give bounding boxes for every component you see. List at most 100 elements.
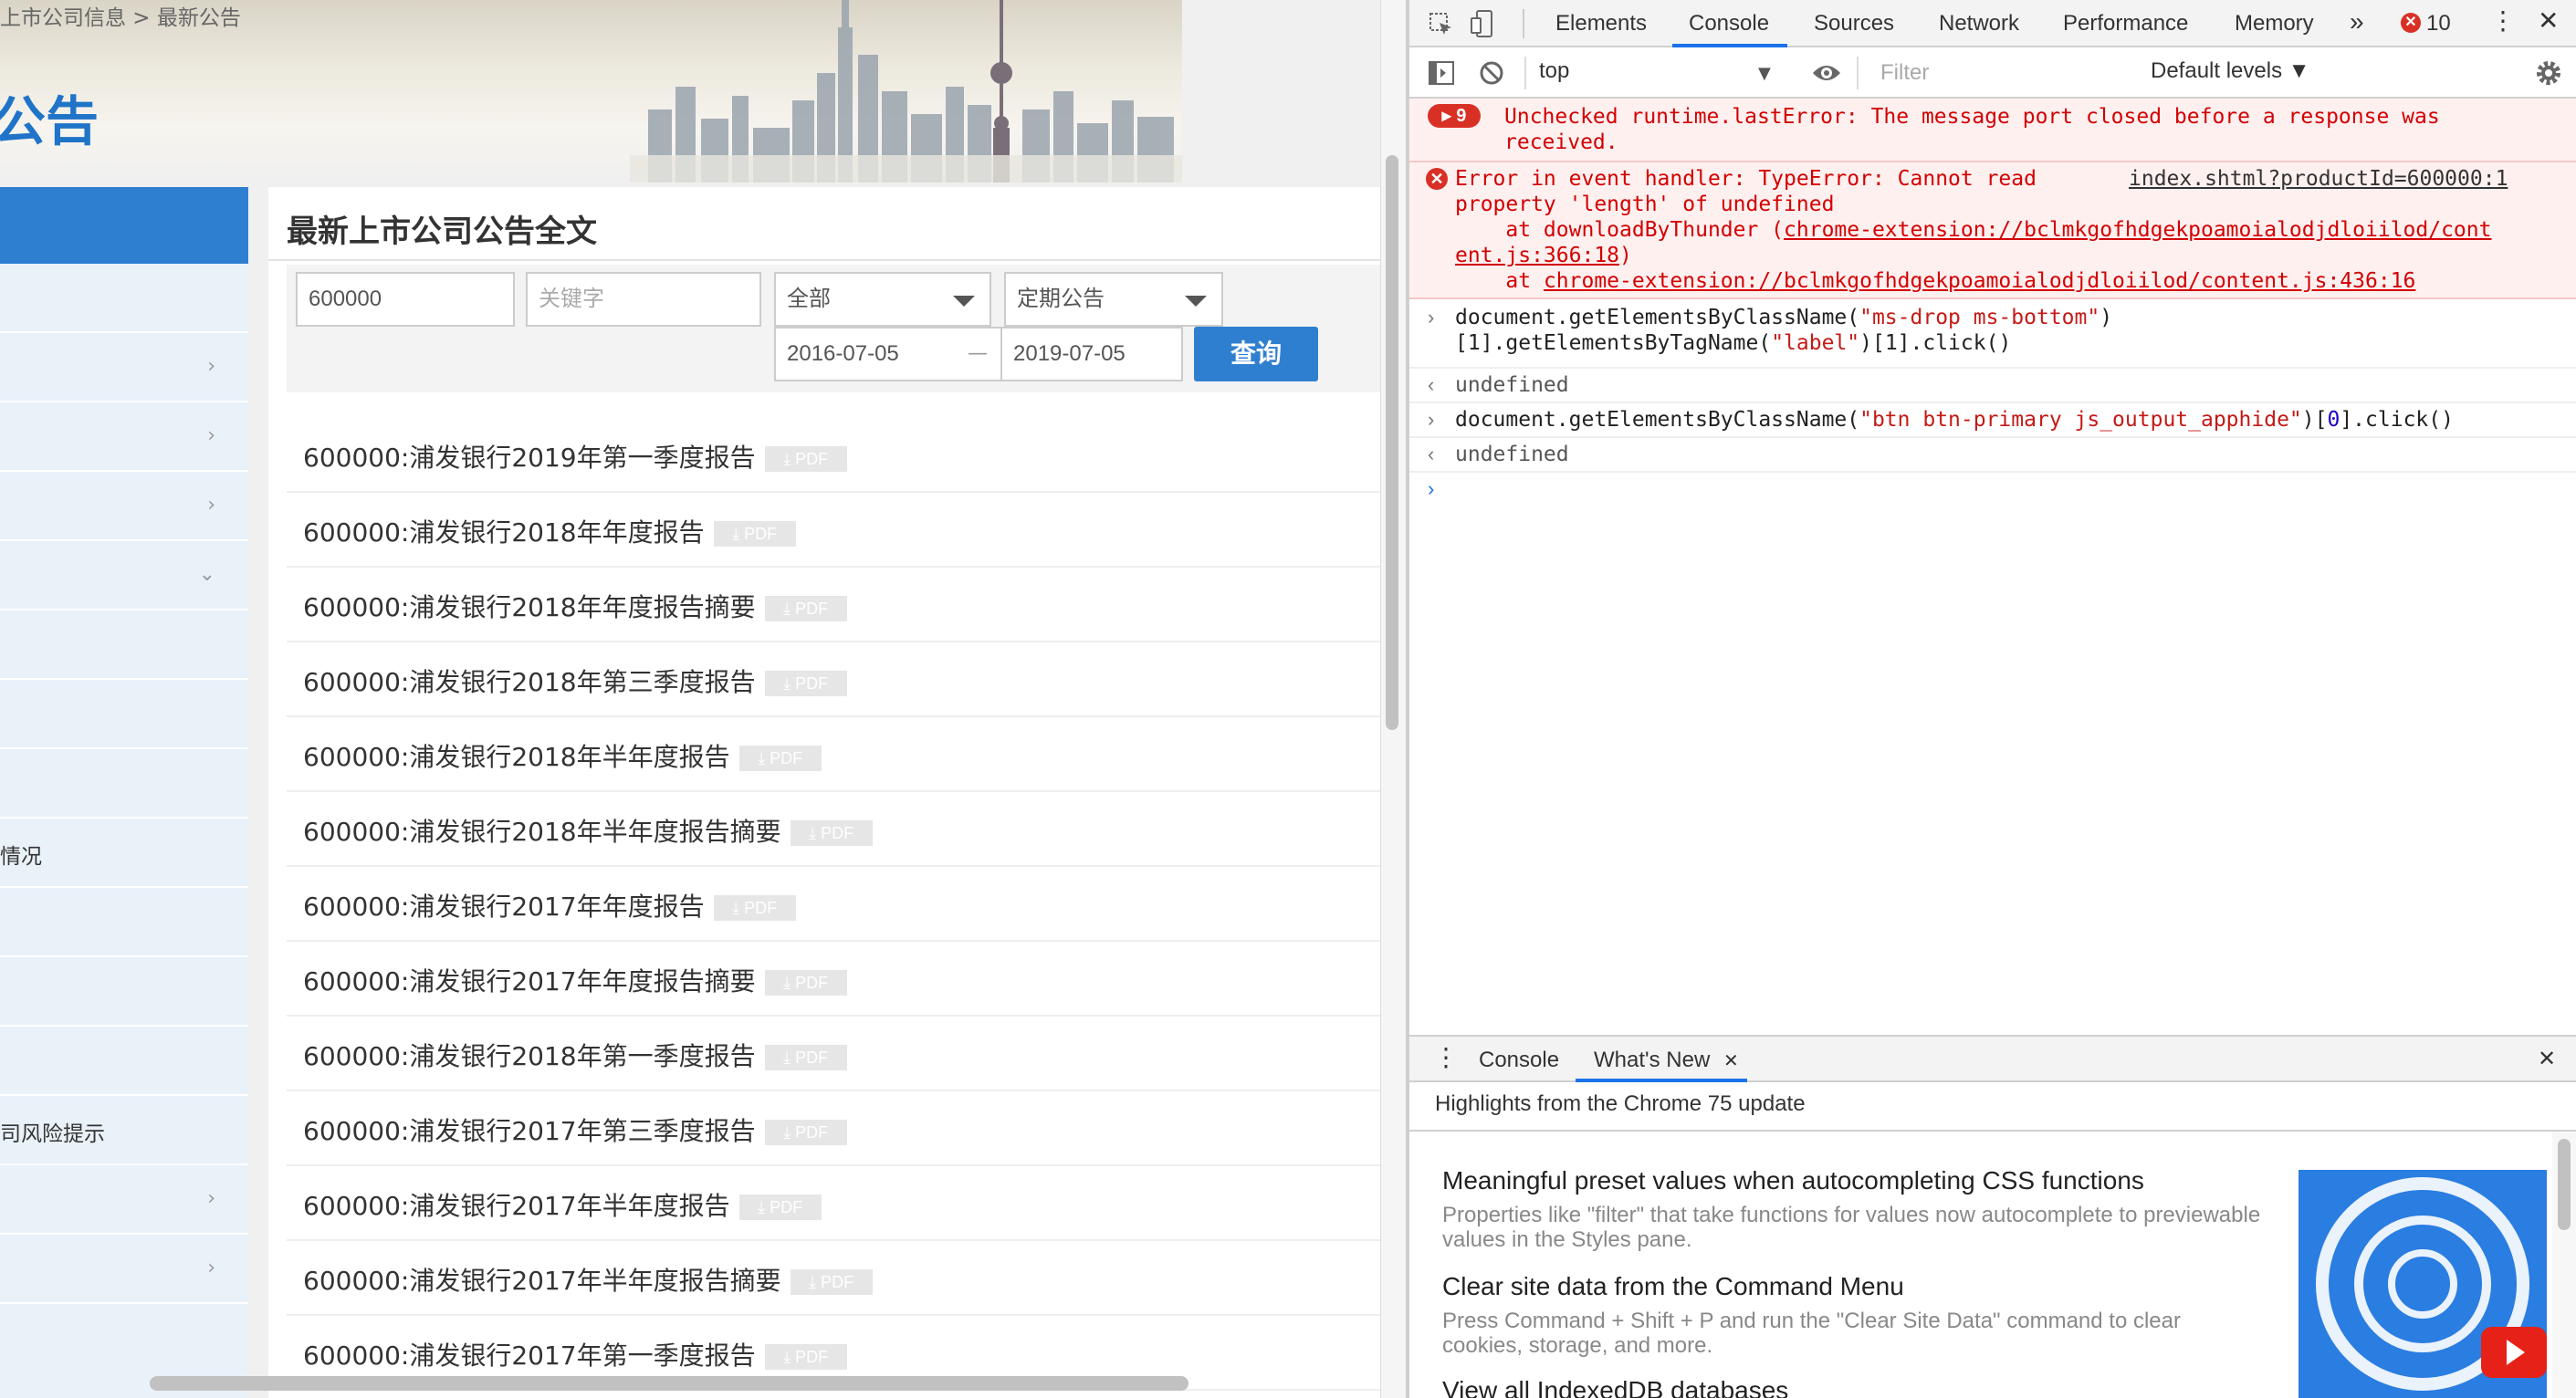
- kebab-menu-icon[interactable]: ⋮: [2490, 5, 2516, 36]
- announcement-type-select[interactable]: 定期公告: [1004, 272, 1223, 327]
- more-tabs-icon[interactable]: »: [2350, 7, 2364, 37]
- stack-frame-link[interactable]: chrome-extension://bclmkgofhdgekpoamoial…: [1784, 218, 2491, 242]
- tab-network[interactable]: Network: [1939, 11, 2019, 37]
- announcement-link[interactable]: 600000:浦发银行2019年第一季度报告 ⤓ PDF: [303, 438, 847, 475]
- sidebar-item[interactable]: ⌄: [0, 541, 248, 610]
- pdf-download-icon[interactable]: ⤓ PDF: [738, 1195, 822, 1220]
- announcement-title[interactable]: 600000:浦发银行2019年第一季度报告: [303, 443, 756, 473]
- announcement-title[interactable]: 600000:浦发银行2018年年度报告: [303, 517, 705, 548]
- whats-new-scroll-thumb[interactable]: [2558, 1139, 2571, 1230]
- console-prompt[interactable]: ›: [1409, 473, 2576, 509]
- close-tab-icon[interactable]: ✕: [1723, 1049, 1739, 1072]
- live-expression-eye-icon[interactable]: [1811, 62, 1842, 84]
- close-devtools-icon[interactable]: ✕: [2538, 5, 2559, 36]
- announcement-title[interactable]: 600000:浦发银行2017年半年度报告: [303, 1191, 730, 1221]
- sidebar-item[interactable]: [0, 957, 248, 1027]
- log-levels-select[interactable]: Default levels ▼: [2151, 58, 2310, 84]
- announcement-link[interactable]: 600000:浦发银行2017年第三季度报告 ⤓ PDF: [303, 1111, 847, 1148]
- sidebar-item[interactable]: ›: [0, 333, 248, 402]
- keyword-input[interactable]: 关键字: [526, 272, 761, 327]
- query-button[interactable]: 查询: [1194, 327, 1318, 381]
- pdf-download-icon[interactable]: ⤓ PDF: [713, 895, 796, 921]
- sidebar-item[interactable]: ›: [0, 1235, 248, 1304]
- announcement-link[interactable]: 600000:浦发银行2018年第三季度报告 ⤓ PDF: [303, 662, 847, 699]
- drawer-tab-console[interactable]: Console: [1479, 1048, 1559, 1073]
- sidebar-item[interactable]: ›: [0, 472, 248, 541]
- announcement-title[interactable]: 600000:浦发银行2018年年度报告摘要: [303, 592, 756, 622]
- sidebar-item[interactable]: [0, 1027, 248, 1096]
- pdf-download-icon[interactable]: ⤓ PDF: [764, 596, 847, 621]
- announcement-title[interactable]: 600000:浦发银行2017年半年度报告摘要: [303, 1266, 781, 1296]
- stack-frame-link[interactable]: chrome-extension://bclmkgofhdgekpoamoial…: [1544, 269, 2415, 293]
- drawer-menu-icon[interactable]: ⋮: [1433, 1042, 1459, 1072]
- pdf-download-icon[interactable]: ⤓ PDF: [764, 671, 847, 696]
- error-source-link[interactable]: index.shtml?productId=600000:1: [2129, 166, 2508, 192]
- pdf-download-icon[interactable]: ⤓ PDF: [790, 820, 873, 846]
- stack-frame-link[interactable]: ent.js:366:18: [1455, 244, 1619, 267]
- sidebar-item[interactable]: [0, 610, 248, 680]
- error-count[interactable]: 10: [2426, 11, 2451, 37]
- announcement-link[interactable]: 600000:浦发银行2017年第一季度报告 ⤓ PDF: [303, 1336, 847, 1372]
- sidebar-item[interactable]: ›: [0, 1165, 248, 1235]
- page-horizontal-scroll-thumb[interactable]: [150, 1376, 1189, 1391]
- announcement-title[interactable]: 600000:浦发银行2017年第一季度报告: [303, 1341, 756, 1371]
- announcement-link[interactable]: 600000:浦发银行2017年年度报告 ⤓ PDF: [303, 887, 796, 923]
- whats-new-item-title[interactable]: Clear site data from the Command Menu: [1442, 1272, 1904, 1301]
- announcement-title[interactable]: 600000:浦发银行2018年半年度报告: [303, 742, 730, 772]
- pdf-download-icon[interactable]: ⤓ PDF: [738, 746, 822, 771]
- sidebar-toggle-icon[interactable]: [1428, 60, 1455, 86]
- tab-sources[interactable]: Sources: [1814, 11, 1894, 37]
- announcement-row: 600000:浦发银行2019年第一季度报告 ⤓ PDF: [287, 418, 1380, 493]
- announcement-link[interactable]: 600000:浦发银行2018年年度报告摘要 ⤓ PDF: [303, 588, 847, 624]
- context-select[interactable]: top: [1539, 58, 1569, 84]
- announcement-title[interactable]: 600000:浦发银行2018年半年度报告摘要: [303, 817, 781, 847]
- sidebar-item[interactable]: ›: [0, 402, 248, 472]
- tab-memory[interactable]: Memory: [2235, 11, 2314, 37]
- stock-code-input[interactable]: 600000: [296, 272, 515, 327]
- announcement-link[interactable]: 600000:浦发银行2018年年度报告 ⤓ PDF: [303, 513, 796, 549]
- pdf-download-icon[interactable]: ⤓ PDF: [764, 970, 847, 996]
- announcement-link[interactable]: 600000:浦发银行2017年半年度报告 ⤓ PDF: [303, 1186, 822, 1223]
- tab-console[interactable]: Console: [1689, 11, 1769, 37]
- sidebar-item[interactable]: 司风险提示: [0, 1096, 248, 1165]
- pdf-download-icon[interactable]: ⤓ PDF: [764, 1045, 847, 1070]
- announcement-title[interactable]: 600000:浦发银行2018年第一季度报告: [303, 1041, 756, 1071]
- clear-console-icon[interactable]: [1479, 60, 1504, 86]
- announcement-link[interactable]: 600000:浦发银行2017年年度报告摘要 ⤓ PDF: [303, 962, 847, 998]
- sidebar-item[interactable]: [0, 888, 248, 957]
- tab-performance[interactable]: Performance: [2063, 11, 2188, 37]
- tab-elements[interactable]: Elements: [1555, 11, 1647, 37]
- sidebar-item[interactable]: [0, 749, 248, 819]
- page-vertical-scroll-thumb[interactable]: [1386, 155, 1398, 730]
- device-toolbar-icon[interactable]: [1470, 9, 1497, 38]
- whats-new-item-title[interactable]: Meaningful preset values when autocomple…: [1442, 1166, 2144, 1195]
- announcement-link[interactable]: 600000:浦发银行2018年半年度报告摘要 ⤓ PDF: [303, 812, 873, 849]
- pdf-download-icon[interactable]: ⤓ PDF: [790, 1269, 873, 1295]
- pdf-download-icon[interactable]: ⤓ PDF: [764, 1344, 847, 1370]
- console-filter-input[interactable]: Filter: [1871, 55, 2136, 91]
- pdf-download-icon[interactable]: ⤓ PDF: [713, 521, 796, 547]
- close-drawer-icon[interactable]: ✕: [2538, 1046, 2556, 1072]
- sidebar-item[interactable]: 情况: [0, 819, 248, 888]
- date-from-input[interactable]: 2016-07-05: [774, 327, 957, 381]
- inspect-element-icon[interactable]: [1428, 11, 1455, 38]
- announcement-title[interactable]: 600000:浦发银行2017年年度报告: [303, 892, 705, 922]
- sidebar-item[interactable]: [0, 264, 248, 333]
- context-caret-icon[interactable]: ▼: [1758, 64, 1771, 83]
- announcement-link[interactable]: 600000:浦发银行2018年半年度报告 ⤓ PDF: [303, 737, 822, 774]
- announcement-title[interactable]: 600000:浦发银行2017年年度报告摘要: [303, 966, 756, 996]
- drawer-tab-whats-new[interactable]: What's New: [1594, 1048, 1710, 1073]
- announcement-title[interactable]: 600000:浦发银行2018年第三季度报告: [303, 667, 756, 697]
- announcement-link[interactable]: 600000:浦发银行2018年第一季度报告 ⤓ PDF: [303, 1037, 847, 1073]
- pdf-download-icon[interactable]: ⤓ PDF: [764, 446, 847, 472]
- announcement-title[interactable]: 600000:浦发银行2017年第三季度报告: [303, 1116, 756, 1146]
- sidebar-item-active[interactable]: [0, 187, 248, 264]
- pdf-download-icon[interactable]: ⤓ PDF: [764, 1120, 847, 1145]
- whats-new-item-title[interactable]: View all IndexedDB databases: [1442, 1376, 1788, 1398]
- date-to-input[interactable]: 2019-07-05: [1000, 327, 1183, 381]
- sidebar-item[interactable]: [0, 680, 248, 749]
- market-select[interactable]: 全部: [774, 272, 991, 327]
- settings-gear-icon[interactable]: [2534, 58, 2563, 88]
- announcement-link[interactable]: 600000:浦发银行2017年半年度报告摘要 ⤓ PDF: [303, 1261, 873, 1298]
- chevron-icon: ›: [207, 1257, 215, 1279]
